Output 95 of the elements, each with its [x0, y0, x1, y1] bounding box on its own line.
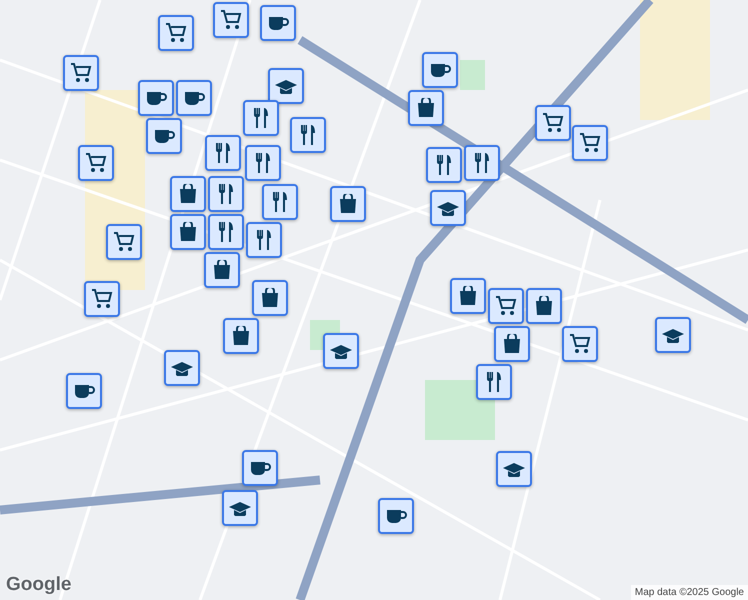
map-marker[interactable]	[66, 373, 102, 409]
map-marker[interactable]	[408, 90, 444, 126]
cup-icon	[250, 460, 270, 476]
map-marker[interactable]	[213, 2, 249, 38]
fork-knife-icon	[486, 371, 502, 393]
cup-icon	[386, 508, 406, 524]
bag-icon	[179, 184, 197, 204]
map-marker[interactable]	[205, 135, 241, 171]
fork-knife-icon	[218, 183, 234, 205]
map-marker[interactable]	[496, 451, 532, 487]
map-marker[interactable]	[262, 184, 298, 220]
graduation-cap-icon	[228, 500, 252, 516]
bag-icon	[261, 288, 279, 308]
bag-icon	[232, 326, 250, 346]
map-marker[interactable]	[330, 186, 366, 222]
map-marker[interactable]	[422, 52, 458, 88]
fork-knife-icon	[253, 107, 269, 129]
cart-icon	[70, 63, 92, 83]
map-marker[interactable]	[572, 125, 608, 161]
graduation-cap-icon	[329, 344, 353, 358]
map-marker[interactable]	[223, 318, 259, 354]
map-marker[interactable]	[252, 280, 288, 316]
map-marker[interactable]	[246, 222, 282, 258]
map-logo: Google	[6, 574, 72, 596]
map-marker[interactable]	[176, 80, 212, 116]
map-marker[interactable]	[170, 176, 206, 212]
bag-icon	[535, 296, 553, 316]
map-marker[interactable]	[260, 5, 296, 41]
fork-knife-icon	[256, 229, 272, 251]
graduation-cap-icon	[274, 78, 298, 94]
map-marker[interactable]	[245, 145, 281, 181]
map-marker[interactable]	[655, 317, 691, 353]
bag-icon	[417, 98, 435, 118]
map-marker[interactable]	[488, 288, 524, 324]
graduation-cap-icon	[170, 360, 194, 376]
fork-knife-icon	[218, 221, 234, 243]
map-marker[interactable]	[323, 333, 359, 369]
bag-icon	[339, 194, 357, 214]
map-marker[interactable]	[158, 15, 194, 51]
cart-icon	[569, 334, 591, 354]
graduation-cap-icon	[661, 328, 685, 342]
bag-icon	[213, 260, 231, 280]
map-marker[interactable]	[535, 105, 571, 141]
map-marker[interactable]	[242, 450, 278, 486]
fork-knife-icon	[436, 154, 452, 176]
fork-knife-icon	[215, 142, 231, 164]
bag-icon	[503, 334, 521, 354]
map-marker[interactable]	[170, 214, 206, 250]
map-marker[interactable]	[290, 117, 326, 153]
fork-knife-icon	[474, 152, 490, 174]
cup-icon	[74, 384, 94, 398]
map-marker[interactable]	[164, 350, 200, 386]
map-marker[interactable]	[78, 145, 114, 181]
map-attribution: Map data ©2025 Google	[630, 585, 748, 600]
map-marker[interactable]	[208, 214, 244, 250]
cup-icon	[268, 16, 288, 30]
cup-icon	[146, 90, 166, 106]
map-marker[interactable]	[426, 147, 462, 183]
bag-icon	[459, 286, 477, 306]
cart-icon	[85, 153, 107, 173]
cart-icon	[542, 113, 564, 133]
fork-knife-icon	[272, 191, 288, 213]
map-marker[interactable]	[243, 100, 279, 136]
fork-knife-icon	[300, 124, 316, 146]
map-marker[interactable]	[378, 498, 414, 534]
bag-icon	[179, 222, 197, 242]
map-marker[interactable]	[222, 490, 258, 526]
map-marker[interactable]	[562, 326, 598, 362]
cart-icon	[220, 10, 242, 30]
cup-icon	[430, 62, 450, 78]
cart-icon	[165, 23, 187, 43]
cup-icon	[154, 128, 174, 144]
map-marker[interactable]	[146, 118, 182, 154]
map-marker[interactable]	[106, 224, 142, 260]
map-marker[interactable]	[84, 281, 120, 317]
cup-icon	[184, 90, 204, 106]
map-marker[interactable]	[268, 68, 304, 104]
map-marker[interactable]	[494, 326, 530, 362]
map-marker[interactable]	[476, 364, 512, 400]
graduation-cap-icon	[502, 462, 526, 476]
map-view[interactable]: Google Map data ©2025 Google	[0, 0, 748, 600]
map-marker[interactable]	[138, 80, 174, 116]
map-marker[interactable]	[63, 55, 99, 91]
cart-icon	[91, 289, 113, 309]
cart-icon	[113, 232, 135, 252]
map-marker[interactable]	[204, 252, 240, 288]
cart-icon	[495, 296, 517, 316]
map-marker[interactable]	[450, 278, 486, 314]
cart-icon	[579, 133, 601, 153]
fork-knife-icon	[255, 152, 271, 174]
map-marker[interactable]	[526, 288, 562, 324]
map-marker[interactable]	[208, 176, 244, 212]
map-marker[interactable]	[430, 190, 466, 226]
graduation-cap-icon	[436, 200, 460, 216]
map-marker[interactable]	[464, 145, 500, 181]
